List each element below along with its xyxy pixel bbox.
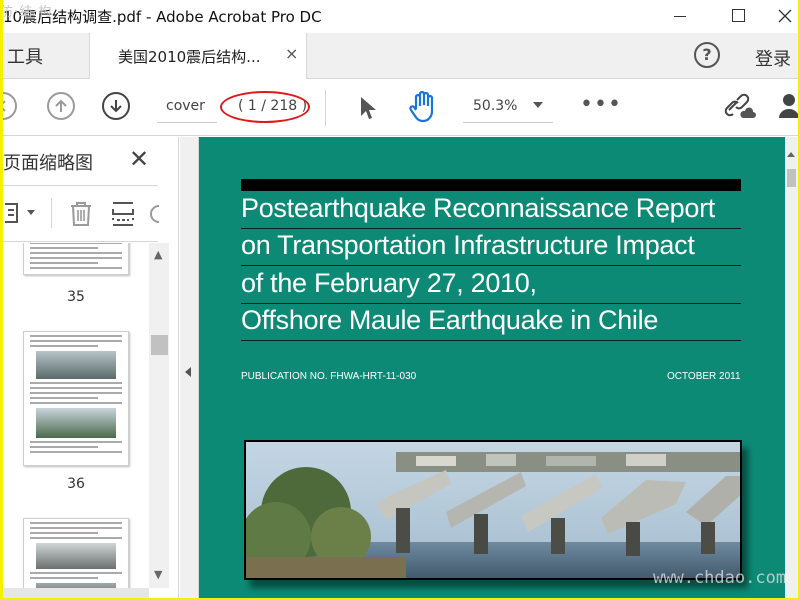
- cover-title-rule: [241, 265, 741, 266]
- share-link-icon[interactable]: [723, 92, 757, 122]
- tab-close-button[interactable]: ×: [285, 44, 298, 63]
- thumbnail-scrollbar[interactable]: ▲ ▼: [149, 243, 169, 588]
- site-watermark: www.chdao.com: [653, 568, 787, 588]
- arrow-down-icon: [110, 100, 122, 113]
- panel-close-button[interactable]: ✕: [129, 145, 149, 173]
- close-window-button[interactable]: [765, 4, 798, 28]
- tools-tab[interactable]: 工具: [7, 43, 43, 69]
- toolbar-divider: [325, 90, 326, 126]
- previous-page-button[interactable]: [47, 92, 75, 120]
- panel-title: 页面缩略图: [3, 153, 93, 174]
- user-icon[interactable]: [777, 92, 798, 122]
- panel-divider: [3, 241, 158, 242]
- publication-number: PUBLICATION NO. FHWA-HRT-11-030: [241, 371, 417, 382]
- scrollbar-thumb[interactable]: [151, 335, 168, 355]
- chevron-down-icon[interactable]: [533, 102, 543, 108]
- panel-collapse-strip[interactable]: [180, 137, 199, 598]
- document-tab[interactable]: 美国2010震后结构... ×: [89, 33, 307, 79]
- scroll-up-icon[interactable]: [787, 152, 795, 157]
- extract-pages-icon[interactable]: [109, 200, 137, 228]
- page-thumbnail[interactable]: [23, 518, 129, 598]
- page-thumbnail[interactable]: [23, 243, 129, 275]
- scroll-up-icon[interactable]: ▲: [154, 248, 162, 261]
- hand-tool-icon[interactable]: [407, 90, 439, 124]
- title-bar: 10震后结构调查.pdf - Adobe Acrobat Pro DC 仿·结·…: [3, 0, 798, 33]
- document-tab-label: 美国2010震后结构...: [118, 48, 261, 66]
- publication-date: OCTOBER 2011: [667, 371, 741, 382]
- cover-title-line: of the February 27, 2010,: [241, 268, 537, 298]
- cover-top-bar: [241, 179, 741, 191]
- thumbnails-panel: 页面缩略图 ✕ 35 36 ▲ ▼: [3, 137, 179, 598]
- document-scrollbar[interactable]: [785, 137, 798, 598]
- thumbnail-page-number: 35: [67, 289, 85, 305]
- close-icon: [778, 9, 792, 23]
- highlight-oval: [220, 91, 310, 123]
- login-button[interactable]: 登录: [755, 45, 791, 71]
- cover-title-line: Offshore Maule Earthquake in Chile: [241, 305, 659, 335]
- cover-title-line: Postearthquake Reconnaissance Report: [241, 193, 716, 223]
- page-label-input[interactable]: cover: [166, 98, 205, 114]
- more-tools-button[interactable]: •••: [580, 92, 622, 117]
- toolbar: cover ( 1 / 218 ) 50.3% •••: [3, 80, 798, 136]
- zoom-underline: [463, 122, 553, 123]
- page-label-underline: [157, 122, 217, 123]
- panel-tools-divider: [51, 198, 52, 228]
- cover-title-rule: [241, 303, 741, 304]
- acrobat-window: 10震后结构调查.pdf - Adobe Acrobat Pro DC 仿·结·…: [3, 0, 798, 598]
- thumbnail-hscrollbar[interactable]: [3, 588, 149, 598]
- thumbnail-page-number: 36: [67, 476, 85, 492]
- select-cursor-icon[interactable]: [358, 95, 378, 121]
- panel-divider: [3, 185, 158, 186]
- trash-icon[interactable]: [67, 200, 95, 228]
- arrow-up-icon: [55, 99, 67, 112]
- cover-title-rule: [241, 228, 741, 229]
- options-menu-icon[interactable]: [3, 200, 43, 226]
- scrollbar-thumb[interactable]: [787, 169, 796, 187]
- maximize-button[interactable]: [718, 4, 758, 28]
- minimize-button[interactable]: [660, 4, 700, 28]
- tab-bar: 工具 美国2010震后结构... × ? 登录: [3, 33, 798, 79]
- document-page[interactable]: Postearthquake Reconnaissance Report on …: [199, 137, 785, 598]
- panel-tools: [3, 192, 163, 236]
- thumbnail-list: 35 36: [3, 243, 149, 598]
- next-page-button[interactable]: [102, 92, 130, 120]
- collapse-arrow-icon[interactable]: [185, 367, 191, 377]
- cover-title-line: on Transportation Infrastructure Impact: [241, 230, 695, 260]
- zoom-level-select[interactable]: 50.3%: [473, 98, 517, 114]
- chevron-left-icon: [3, 100, 6, 112]
- previous-view-button[interactable]: [3, 92, 17, 120]
- help-button[interactable]: ?: [694, 42, 720, 68]
- rotate-icon[interactable]: [149, 200, 163, 228]
- page-thumbnail[interactable]: [23, 331, 129, 466]
- corner-watermark: 仿·结·构: [3, 5, 53, 20]
- cover-title-rule: [241, 340, 741, 341]
- cover-photo: [244, 440, 742, 580]
- scroll-down-icon[interactable]: ▼: [154, 568, 162, 581]
